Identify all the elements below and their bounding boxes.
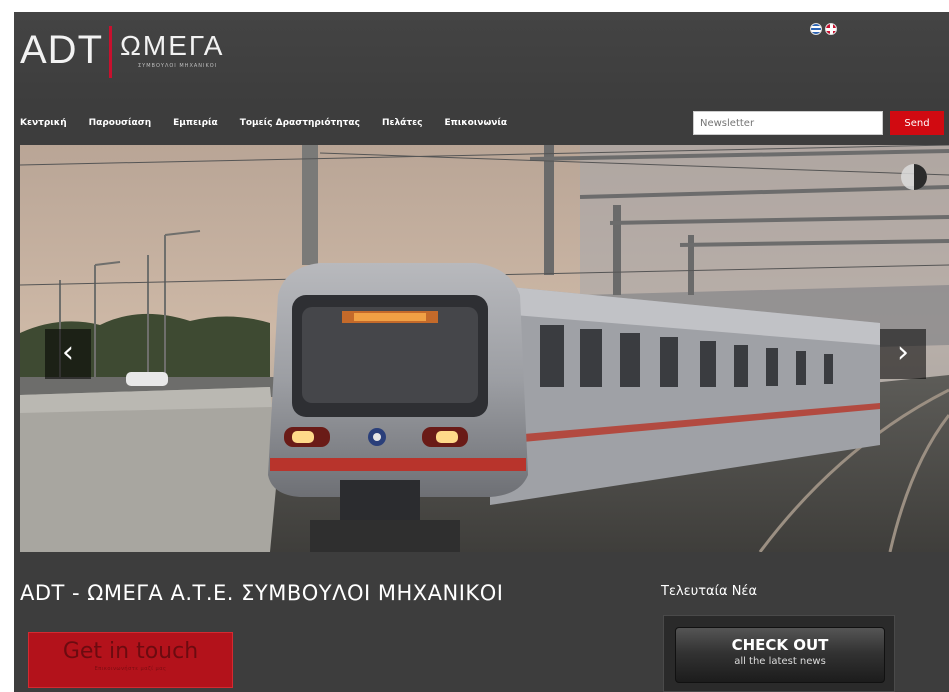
main-nav: Κεντρική Παρουσίαση Εμπειρία Τομείς Δρασ… [20,118,529,128]
send-button[interactable]: Send [890,111,944,135]
nav-item-clients[interactable]: Πελάτες [382,118,423,128]
slider-prev-button[interactable]: ‹ [45,329,91,379]
uk-flag-icon[interactable] [825,23,837,35]
nav-item-activities[interactable]: Τομείς Δραστηριότητας [240,118,360,128]
latest-news-panel: CHECK OUT all the latest news [663,615,895,692]
nav-item-experience[interactable]: Εμπειρία [173,118,218,128]
logo[interactable]: ADT ΩΜΕΓΑ ΣΥΜΒΟΥΛΟΙ ΜΗΧΑΝΙΚΟΙ [20,26,224,78]
get-in-touch-sublabel: Επικοινωνήστε μαζί μας [94,666,167,672]
page: ADT ΩΜΕΓΑ ΣΥΜΒΟΥΛΟΙ ΜΗΧΑΝΙΚΟΙ Κεντρική Π… [14,12,949,692]
nav-item-presentation[interactable]: Παρουσίαση [89,118,152,128]
logo-text: ADT [20,28,103,72]
greek-flag-icon[interactable] [810,23,822,35]
check-out-label: CHECK OUT [731,636,829,654]
slider-next-button[interactable]: › [880,329,926,379]
header: ADT ΩΜΕΓΑ ΣΥΜΒΟΥΛΟΙ ΜΗΧΑΝΙΚΟΙ [14,12,949,104]
check-out-news-button[interactable]: CHECK OUT all the latest news [675,627,885,683]
page-title: ADT - ΩΜΕΓΑ Α.Τ.Ε. ΣΥΜΒΟΥΛΟΙ ΜΗΧΑΝΙΚΟΙ [20,581,504,605]
get-in-touch-label: Get in touch [62,639,199,664]
pie-timer-icon[interactable] [900,163,928,191]
logo-subtitle: ΣΥΜΒΟΥΛΟΙ ΜΗΧΑΝΙΚΟΙ [138,63,218,69]
check-out-sublabel: all the latest news [734,656,826,667]
train-photo [20,145,949,552]
hero-slider: ‹ › [20,145,949,552]
language-switcher [810,23,837,35]
nav-item-contact[interactable]: Επικοινωνία [444,118,507,128]
logo-omega-text: ΩΜΕΓΑ [120,30,225,61]
get-in-touch-button[interactable]: Get in touch Επικοινωνήστε μαζί μας [28,632,233,688]
logo-divider [109,26,112,78]
newsletter-input[interactable] [693,111,883,135]
logo-right: ΩΜΕΓΑ ΣΥΜΒΟΥΛΟΙ ΜΗΧΑΝΙΚΟΙ [120,30,225,70]
latest-news-heading: Τελευταία Νέα [661,584,758,599]
nav-item-home[interactable]: Κεντρική [20,118,67,128]
